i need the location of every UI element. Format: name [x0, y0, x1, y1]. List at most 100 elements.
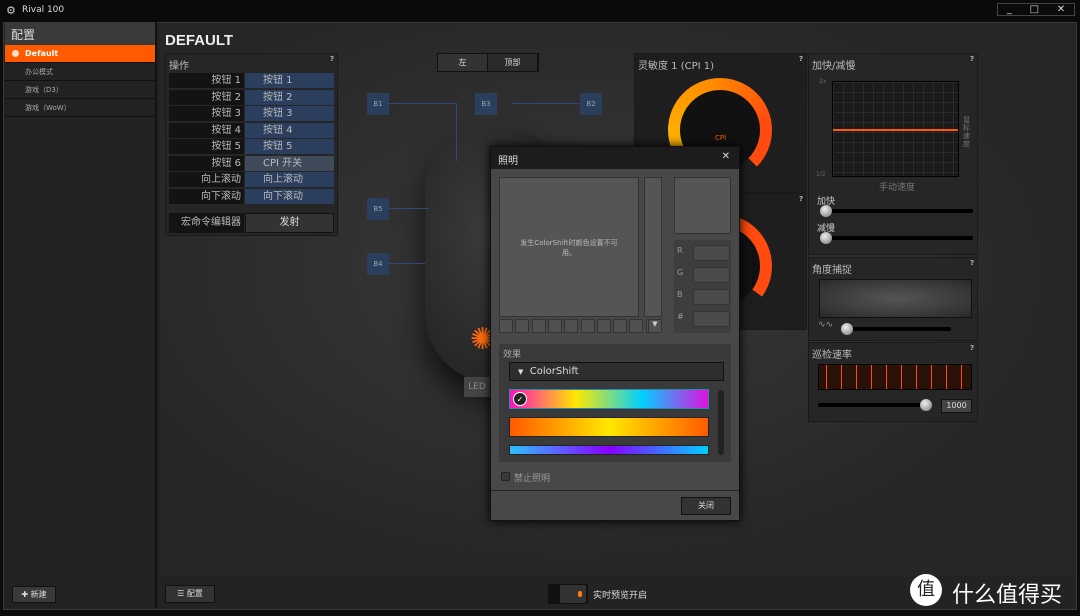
button-name: 按钮 3	[169, 106, 244, 121]
color-swatch[interactable]	[515, 319, 530, 333]
cpi-title: 灵敏度 1 (CPI 1)	[638, 61, 715, 72]
help-icon[interactable]: ?	[970, 55, 974, 63]
button-action[interactable]: CPI 开关	[245, 155, 334, 171]
button-name: 向下滚动	[169, 188, 244, 204]
sidebar-item-wow[interactable]: 游戏（WoW）	[5, 99, 155, 117]
button-marker-b1[interactable]: B1	[367, 93, 389, 115]
live-preview-toggle[interactable]	[548, 584, 588, 604]
rgb-label: B	[677, 290, 683, 299]
tab-top[interactable]: 顶部	[488, 54, 538, 71]
sidebar: 配置 Default 办公模式 游戏（D3） 游戏（WoW） ✚ 新建	[5, 22, 157, 608]
button-action[interactable]: 向下滚动	[245, 188, 334, 204]
steelseries-logo-icon: ⚙	[6, 4, 16, 17]
close-button[interactable]: ✕	[1057, 4, 1065, 15]
effect-panel: 效果 ▼ ColorShift ✓	[499, 344, 731, 462]
accel-slider[interactable]	[821, 209, 973, 213]
button-action[interactable]: 按钮 5	[245, 139, 334, 154]
color-swatch[interactable]	[596, 319, 611, 333]
decel-slider-knob[interactable]	[820, 232, 832, 244]
dialog-header: 照明 ✕	[491, 147, 739, 169]
angle-snap-panel: 角度捕捉 ? ∿∿	[808, 257, 978, 341]
led-marker[interactable]: LED	[464, 377, 490, 397]
rgb-label: #	[677, 312, 684, 321]
macro-fire-button[interactable]: 发射	[245, 213, 334, 233]
effect-dropdown[interactable]: ▼ ColorShift	[509, 362, 724, 381]
polling-panel: 巡检速率 ? 1000	[808, 342, 978, 422]
button-action[interactable]: 按钮 3	[245, 106, 334, 121]
help-icon[interactable]: ?	[330, 55, 334, 63]
color-swatch[interactable]	[613, 319, 628, 333]
action-row: 向下滚动 向下滚动	[169, 188, 335, 204]
connector-line	[456, 103, 457, 161]
color-swatch[interactable]	[580, 319, 595, 333]
button-marker-b4[interactable]: B4	[367, 253, 389, 275]
connector-line	[512, 103, 580, 104]
sidebar-header: 配置	[5, 22, 155, 45]
gradient-preset-fire[interactable]	[509, 417, 709, 437]
minimize-button[interactable]: _	[1007, 4, 1012, 15]
polling-title: 巡检速率	[812, 350, 852, 361]
rgb-input[interactable]	[693, 311, 730, 327]
color-swatch[interactable]	[629, 319, 644, 333]
color-picker-area[interactable]: 发生ColorShift时颜色设置不可用。	[499, 177, 639, 317]
angle-slider[interactable]	[843, 327, 951, 331]
rgb-row: R	[677, 245, 735, 261]
polling-slider[interactable]	[818, 403, 928, 407]
hue-slider[interactable]	[644, 177, 662, 317]
polling-slider-knob[interactable]	[920, 399, 932, 411]
macro-editor-label: 宏命令编辑器	[169, 213, 244, 233]
gradient-preset-rainbow[interactable]: ✓	[509, 389, 709, 409]
app-title: Rival 100	[22, 5, 65, 15]
effect-scrollbar[interactable]	[718, 390, 724, 455]
color-swatch[interactable]	[564, 319, 579, 333]
colorshift-message: 发生ColorShift时颜色设置不可用。	[520, 239, 618, 257]
rgb-input[interactable]	[693, 267, 730, 283]
button-action[interactable]: 向上滚动	[245, 172, 334, 187]
button-name: 按钮 6	[169, 155, 244, 171]
rgb-input[interactable]	[693, 289, 730, 305]
y-max-label: 2x	[819, 78, 827, 85]
button-marker-b3[interactable]: B3	[475, 93, 497, 115]
action-row: 按钮 1 按钮 1	[169, 73, 335, 88]
color-swatch[interactable]	[531, 319, 546, 333]
rgb-row: B	[677, 289, 735, 305]
color-preview	[674, 177, 731, 234]
button-name: 按钮 1	[169, 73, 244, 88]
dialog-close-button[interactable]: 关闭	[681, 497, 731, 515]
tab-left[interactable]: 左	[438, 54, 488, 71]
button-action[interactable]: 按钮 1	[245, 73, 334, 88]
accel-slider-knob[interactable]	[820, 205, 832, 217]
angle-slider-knob[interactable]	[841, 323, 853, 335]
button-action[interactable]: 按钮 2	[245, 89, 334, 105]
config-button[interactable]: ☰ 配置	[165, 585, 215, 603]
polling-value[interactable]: 1000	[941, 399, 972, 413]
rgb-row: G	[677, 267, 735, 283]
list-icon: ☰	[177, 589, 185, 598]
color-swatch[interactable]	[547, 319, 562, 333]
button-marker-b5[interactable]: B5	[367, 198, 389, 220]
button-name: 按钮 2	[169, 89, 244, 105]
actions-title: 操作	[169, 61, 189, 72]
angle-title: 角度捕捉	[812, 265, 852, 276]
button-action[interactable]: 按钮 4	[245, 122, 334, 138]
new-profile-button[interactable]: ✚ 新建	[12, 586, 56, 603]
help-icon[interactable]: ?	[970, 344, 974, 352]
sidebar-item-default[interactable]: Default	[5, 45, 155, 63]
sidebar-item-d3[interactable]: 游戏（D3）	[5, 81, 155, 99]
page-title: DEFAULT	[165, 32, 234, 49]
rgb-input[interactable]	[693, 245, 730, 261]
swatch-dropdown-icon[interactable]: ▼	[648, 319, 662, 333]
gradient-preset-cool[interactable]	[509, 445, 709, 455]
decel-slider[interactable]	[821, 236, 973, 240]
color-swatch[interactable]	[499, 319, 513, 333]
help-icon[interactable]: ?	[970, 259, 974, 267]
help-icon[interactable]: ?	[799, 55, 803, 63]
disable-lighting-checkbox[interactable]	[501, 472, 510, 481]
button-marker-b2[interactable]: B2	[580, 93, 602, 115]
dialog-close-x[interactable]: ✕	[722, 151, 730, 162]
maximize-button[interactable]: □	[1030, 4, 1039, 15]
help-icon[interactable]: ?	[799, 195, 803, 203]
sidebar-item-office[interactable]: 办公模式	[5, 63, 155, 81]
button-name: 向上滚动	[169, 172, 244, 187]
rgb-row: #	[677, 311, 735, 327]
